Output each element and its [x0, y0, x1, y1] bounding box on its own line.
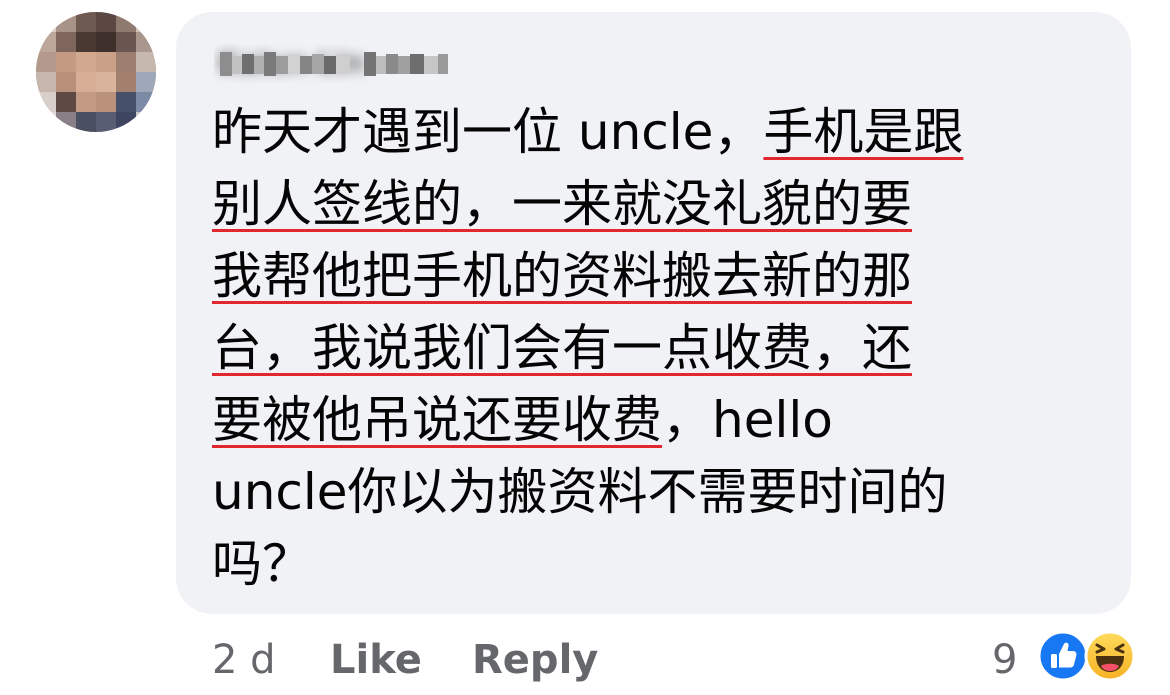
comment-timestamp[interactable]: 2 d [212, 632, 276, 688]
comment-text-line-5: 要被他吊说还要收费，hello [212, 392, 833, 448]
like-button[interactable]: Like [330, 632, 422, 688]
text-segment: 吗？ [212, 535, 312, 593]
underlined-segment: 要被他吊说还要收费 [212, 391, 662, 449]
text-segment: uncle你以为搬资料不需要时间的 [212, 463, 948, 521]
comment-text-line-1: 昨天才遇到一位 uncle，手机是跟 [212, 104, 963, 160]
comment-text-line-7: 吗？ [212, 536, 312, 592]
like-icon[interactable] [1037, 630, 1089, 682]
author-name-pixelation [220, 52, 448, 76]
avatar[interactable] [36, 12, 156, 132]
underlined-segment: 台，我说我们会有一点收费，还 [212, 319, 912, 377]
comment-text-line-6: uncle你以为搬资料不需要时间的 [212, 464, 948, 520]
text-segment: 昨天才遇到一位 uncle， [212, 103, 764, 161]
underlined-segment: 别人签线的，一来就没礼貌的要 [212, 175, 912, 233]
reaction-count[interactable]: 9 [992, 632, 1017, 688]
comment-author[interactable]: Kaiun Lin [214, 44, 454, 84]
underlined-segment: 手机是跟 [763, 103, 964, 161]
underlined-segment: 我帮他把手机的资料搬去新的那 [212, 247, 912, 305]
comment-text-line-2: 别人签线的，一来就没礼貌的要 [212, 176, 912, 232]
comment-text-line-3: 我帮他把手机的资料搬去新的那 [212, 248, 912, 304]
comment-text-line-4: 台，我说我们会有一点收费，还 [212, 320, 912, 376]
text-segment: ，hello [662, 391, 833, 449]
avatar-pixelated-image [36, 12, 156, 132]
haha-icon[interactable] [1084, 630, 1136, 682]
reply-button[interactable]: Reply [472, 632, 598, 688]
